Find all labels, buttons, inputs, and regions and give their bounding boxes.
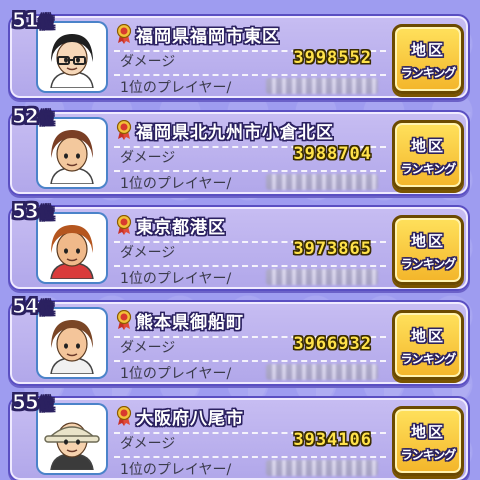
rank-number: 52位 — [12, 104, 55, 129]
area-ranking-button-label-2: ランキング — [400, 448, 457, 462]
damage-label: ダメージ — [120, 340, 176, 356]
area-ranking-button-label-2: ランキング — [400, 257, 457, 271]
rank-number: 51位 — [12, 8, 55, 33]
ranking-card: 54位 熊本県御船町 ダメージ 3966932 1位のプレイヤー/ 地区 ランキ… — [8, 294, 470, 386]
divider — [114, 74, 386, 76]
medal-icon — [116, 215, 132, 235]
rank-number: 54位 — [12, 294, 55, 319]
ranking-card: 52位 福岡県北九州市小倉北区 ダメージ 3988704 1位のプレイヤー/ 地… — [8, 104, 470, 196]
area-name: 大阪府八尾市 — [136, 409, 244, 429]
area-ranking-button-label-2: ランキング — [400, 352, 457, 366]
top-player-label: 1位のプレイヤー/ — [120, 80, 232, 96]
area-name: 熊本県御船町 — [136, 313, 244, 333]
top-player-label: 1位のプレイヤー/ — [120, 271, 232, 287]
player-avatar — [38, 309, 106, 377]
area-ranking-button[interactable]: 地区 ランキング — [392, 406, 464, 476]
avatar-illustration — [41, 122, 103, 184]
divider — [114, 456, 386, 458]
medal-icon — [116, 120, 132, 140]
player-avatar — [38, 119, 106, 187]
player-avatar — [38, 23, 106, 91]
medal-icon — [116, 24, 132, 44]
damage-value: 3988704 — [293, 144, 372, 164]
top-player-name-redacted — [266, 174, 378, 190]
top-player-label: 1位のプレイヤー/ — [120, 366, 232, 382]
area-name: 東京都港区 — [136, 218, 226, 238]
area-ranking-button-label-1: 地区 — [410, 137, 445, 155]
divider — [114, 265, 386, 267]
area-ranking-button-label-2: ランキング — [400, 66, 457, 80]
damage-label: ダメージ — [120, 436, 176, 452]
top-player-name-redacted — [266, 269, 378, 285]
area-ranking-button-label-2: ランキング — [400, 162, 457, 176]
damage-label: ダメージ — [120, 54, 176, 70]
damage-label: ダメージ — [120, 150, 176, 166]
damage-value: 3934106 — [293, 430, 372, 450]
medal-icon — [116, 406, 132, 426]
damage-value: 3973865 — [293, 239, 372, 259]
divider — [114, 360, 386, 362]
ranking-card: 51位 福岡県福岡市東区 ダメージ 3998552 1位のプレイヤー/ 地区 ラ… — [8, 8, 470, 100]
area-ranking-button-label-1: 地区 — [410, 41, 445, 59]
area-ranking-button[interactable]: 地区 ランキング — [392, 24, 464, 94]
divider — [114, 170, 386, 172]
avatar-illustration — [41, 26, 103, 88]
avatar-illustration — [41, 312, 103, 374]
top-player-name-redacted — [266, 460, 378, 476]
top-player-name-redacted — [266, 364, 378, 380]
player-avatar — [38, 405, 106, 473]
area-name: 福岡県福岡市東区 — [136, 27, 280, 47]
rank-number: 55位 — [12, 390, 55, 415]
area-ranking-button[interactable]: 地区 ランキング — [392, 215, 464, 285]
damage-value: 3966932 — [293, 334, 372, 354]
area-ranking-button-label-1: 地区 — [410, 327, 445, 345]
area-ranking-button[interactable]: 地区 ランキング — [392, 310, 464, 380]
top-player-label: 1位のプレイヤー/ — [120, 462, 232, 478]
ranking-list: 51位 福岡県福岡市東区 ダメージ 3998552 1位のプレイヤー/ 地区 ラ… — [0, 0, 480, 480]
avatar-illustration — [41, 217, 103, 279]
player-avatar — [38, 214, 106, 282]
area-ranking-button-label-1: 地区 — [410, 423, 445, 441]
area-name: 福岡県北九州市小倉北区 — [136, 123, 334, 143]
top-player-label: 1位のプレイヤー/ — [120, 176, 232, 192]
damage-value: 3998552 — [293, 48, 372, 68]
avatar-illustration — [41, 408, 103, 470]
area-ranking-button-label-1: 地区 — [410, 232, 445, 250]
top-player-name-redacted — [266, 78, 378, 94]
damage-label: ダメージ — [120, 245, 176, 261]
rank-number: 53位 — [12, 199, 55, 224]
area-ranking-button[interactable]: 地区 ランキング — [392, 120, 464, 190]
ranking-card: 53位 東京都港区 ダメージ 3973865 1位のプレイヤー/ 地区 ランキン… — [8, 199, 470, 291]
ranking-card: 55位 大阪府八尾市 ダメージ 3934106 1位のプレイヤー/ 地区 ランキ… — [8, 390, 470, 480]
medal-icon — [116, 310, 132, 330]
